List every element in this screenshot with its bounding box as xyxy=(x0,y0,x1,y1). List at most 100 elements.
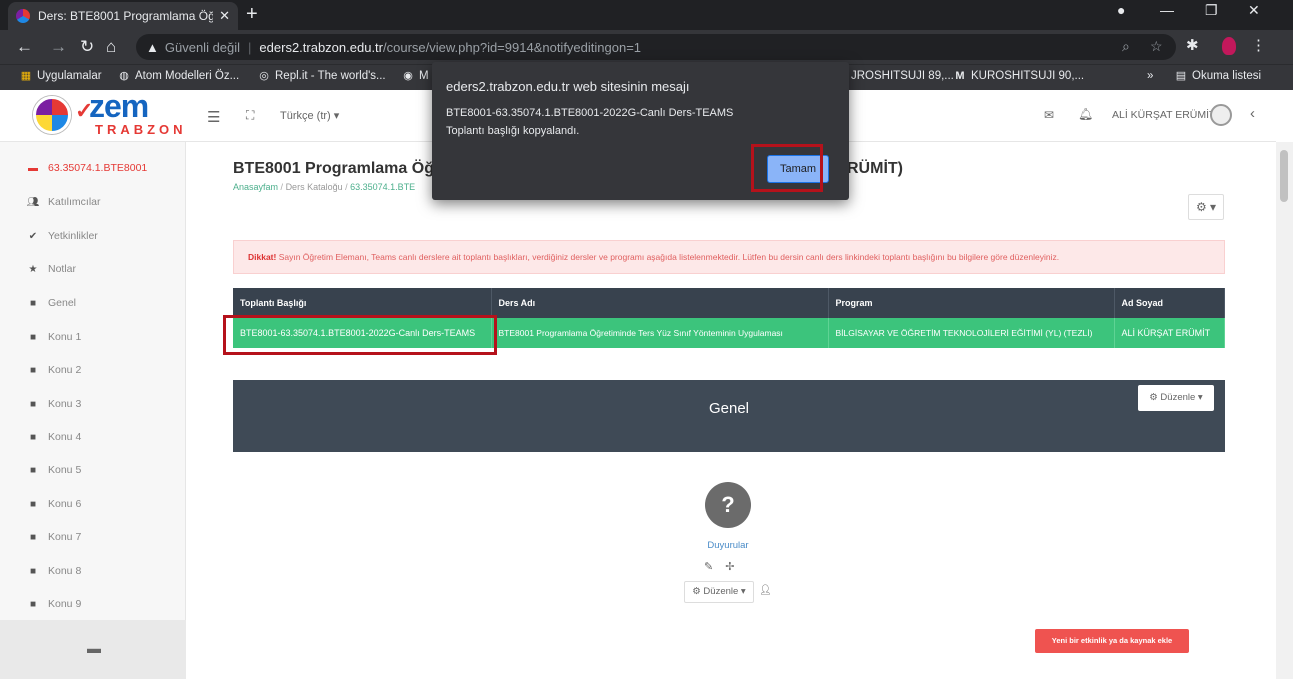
forward-icon[interactable]: → xyxy=(50,37,67,57)
ok-button[interactable]: Tamam xyxy=(767,155,829,183)
reading-list-icon: ▤ xyxy=(1175,70,1187,82)
bookmark-kuroshitsuji-90[interactable]: M KUROSHITSUJI 90,... xyxy=(954,70,1084,82)
meeting-title-cell[interactable]: BTE8001-63.35074.1.BTE8001-2022G-Canlı D… xyxy=(233,318,492,348)
pencil-icon[interactable]: ✎ xyxy=(704,561,713,573)
sidebar-item-konu-2[interactable]: ■ Konu 2 xyxy=(26,364,81,376)
bookmark-m[interactable]: ◉ M xyxy=(402,70,428,82)
back-icon[interactable]: ← xyxy=(16,37,33,57)
restore-icon[interactable]: ❐ xyxy=(1205,2,1218,19)
folder-icon: ■ xyxy=(29,598,37,610)
address-bar[interactable]: ▲ Güvenli değil | eders2.trabzon.edu.tr … xyxy=(136,34,1176,60)
activity-edit-button[interactable]: ⚙ Düzenle ▾ xyxy=(684,581,754,603)
activity-edit-tools: ✎ ✢ xyxy=(704,560,746,573)
section-edit-button[interactable]: ⚙ Düzenle ▾ xyxy=(1138,385,1214,411)
url-host: eders2.trabzon.edu.tr xyxy=(259,39,383,55)
sidebar-item-genel[interactable]: ■ Genel xyxy=(26,297,76,309)
user-icon[interactable]: 👤︎ xyxy=(759,585,772,596)
bookmark-atom[interactable]: ◍ Atom Modelleri Öz... xyxy=(118,70,239,82)
add-block-icon[interactable]: ▬ xyxy=(87,640,101,656)
window-close-icon[interactable]: ✕ xyxy=(1248,2,1260,19)
course-sidebar: ▬ 63.35074.1.BTE8001 👥︎ Katılımcılar ✔ Yetk… xyxy=(0,142,186,679)
course-name-cell: BTE8001 Programlama Öğretiminde Ters Yüz… xyxy=(491,318,829,348)
gear-icon: ⚙ ▾ xyxy=(1195,200,1217,214)
folder-icon: ■ xyxy=(29,565,37,577)
new-tab-button[interactable]: + xyxy=(246,4,258,24)
move-icon[interactable]: ✢ xyxy=(725,561,734,573)
folder-icon: ■ xyxy=(29,531,37,543)
site-icon: ◉ xyxy=(403,70,413,82)
tab-close-icon[interactable]: ✕ xyxy=(219,8,230,24)
folder-icon: ■ xyxy=(29,464,37,476)
competency-icon: ✔ xyxy=(28,230,38,242)
notifications-icon[interactable]: 🔔︎ xyxy=(1078,107,1093,121)
bookmark-apps[interactable]: ▦ Uygulamalar xyxy=(20,70,102,82)
sidebar-item-konu-4[interactable]: ■ Konu 4 xyxy=(26,431,81,443)
sidebar-item-konu-5[interactable]: ■ Konu 5 xyxy=(26,464,81,476)
browser-menu-icon[interactable]: ⋮ xyxy=(1251,36,1266,54)
forum-icon[interactable]: ? xyxy=(705,482,751,528)
add-activity-button[interactable]: Yeni bir etkinlik ya da kaynak ekle xyxy=(1035,629,1189,653)
fullscreen-icon[interactable]: ⛶ xyxy=(246,108,254,123)
sidebar-item-competencies[interactable]: ✔ Yetkinlikler xyxy=(26,230,98,242)
warning-icon: ▲ xyxy=(146,39,159,55)
apps-grid-icon: ▦ xyxy=(20,70,32,82)
scrollbar-thumb[interactable] xyxy=(1280,150,1288,202)
home-icon[interactable]: ⌂ xyxy=(106,37,116,57)
dialog-title: eders2.trabzon.edu.tr web sitesinin mesa… xyxy=(446,79,690,94)
folder-icon: ■ xyxy=(29,297,37,309)
zoom-icon[interactable]: ⌕ xyxy=(1122,38,1130,55)
minimize-icon[interactable]: — xyxy=(1160,2,1174,18)
sidebar-item-konu-6[interactable]: ■ Konu 6 xyxy=(26,498,81,510)
program-cell: BİLGİSAYAR VE ÖĞRETİM TEKNOLOJİLERİ EĞİT… xyxy=(828,318,1115,348)
profile-avatar-icon[interactable] xyxy=(1222,37,1236,55)
breadcrumb-home[interactable]: Anasayfam xyxy=(233,182,278,192)
globe-icon: ◍ xyxy=(119,70,129,82)
column-header: Ders Adı xyxy=(491,288,829,318)
table-header-row: Toplantı Başlığı Ders Adı Program Ad Soy… xyxy=(233,288,1225,318)
messages-icon[interactable]: ✉ xyxy=(1044,108,1054,122)
folder-icon: ■ xyxy=(29,431,37,443)
browser-tab-bar: Ders: BTE8001 Programlama Öğr ✕ + ● — ❐ … xyxy=(0,0,1293,30)
breadcrumb-course[interactable]: 63.35074.1.BTE xyxy=(350,182,415,192)
reading-list[interactable]: ▤ Okuma listesi xyxy=(1175,70,1261,82)
menu-toggle-icon[interactable]: ☰ xyxy=(207,108,220,126)
logo-subtext: TRABZON xyxy=(95,122,187,137)
browser-tab[interactable]: Ders: BTE8001 Programlama Öğr ✕ xyxy=(8,2,238,30)
bookmark-kuroshitsuji-89[interactable]: JROSHITSUJI 89,... xyxy=(851,70,954,82)
user-avatar[interactable] xyxy=(1210,104,1232,126)
bookmarks-overflow[interactable]: » xyxy=(1147,70,1153,82)
tab-title: Ders: BTE8001 Programlama Öğr xyxy=(38,9,214,23)
browser-toolbar: ← → ↻ ⌂ ▲ Güvenli değil | eders2.trabzon… xyxy=(0,30,1293,64)
dialog-message-line2: Toplantı başlığı kopyalandı. xyxy=(446,125,580,137)
section-title: Genel xyxy=(708,400,750,417)
uzem-logo[interactable]: ✓ zem TRABZON xyxy=(33,88,193,140)
participants-icon: 👥︎ xyxy=(26,196,40,208)
column-header: Program xyxy=(828,288,1115,318)
folder-icon: ■ xyxy=(29,498,37,510)
sidebar-item-konu-3[interactable]: ■ Konu 3 xyxy=(26,398,81,410)
column-header: Ad Soyad xyxy=(1114,288,1225,318)
sidebar-item-konu-7[interactable]: ■ Konu 7 xyxy=(26,531,81,543)
sidebar-item-konu-1[interactable]: ■ Konu 1 xyxy=(26,331,81,343)
page-scrollbar[interactable] xyxy=(1276,142,1293,679)
profile-dot-icon[interactable]: ● xyxy=(1117,2,1125,18)
bookmark-star-icon[interactable]: ☆ xyxy=(1150,38,1163,55)
teams-meeting-table: Toplantı Başlığı Ders Adı Program Ad Soy… xyxy=(233,288,1225,348)
instructor-cell: ALİ KÜRŞAT ERÜMİT xyxy=(1114,318,1225,348)
site-message-dialog: eders2.trabzon.edu.tr web sitesinin mesa… xyxy=(432,62,849,200)
extensions-icon[interactable]: ✱ xyxy=(1186,36,1199,54)
language-selector[interactable]: Türkçe (tr) ▾ xyxy=(280,109,339,122)
bookmark-replit[interactable]: ◎ Repl.it - The world's... xyxy=(258,70,385,82)
drawer-toggle-icon[interactable]: ‹ xyxy=(1250,105,1255,122)
user-name[interactable]: ALİ KÜRŞAT ERÜMİT xyxy=(1112,109,1215,121)
announcements-link[interactable]: Duyurular xyxy=(680,540,776,551)
reload-icon[interactable]: ↻ xyxy=(80,37,94,57)
sidebar-item-konu-8[interactable]: ■ Konu 8 xyxy=(26,565,81,577)
breadcrumb-catalog[interactable]: Ders Kataloğu xyxy=(286,182,343,192)
sidebar-item-course[interactable]: ▬ 63.35074.1.BTE8001 xyxy=(26,162,147,174)
sidebar-item-participants[interactable]: 👥︎ Katılımcılar xyxy=(26,196,101,208)
folder-icon: ■ xyxy=(29,364,37,376)
sidebar-item-grades[interactable]: ★ Notlar xyxy=(26,263,77,275)
course-settings-button[interactable]: ⚙ ▾ xyxy=(1188,194,1224,220)
sidebar-item-konu-9[interactable]: ■ Konu 9 xyxy=(26,598,81,610)
